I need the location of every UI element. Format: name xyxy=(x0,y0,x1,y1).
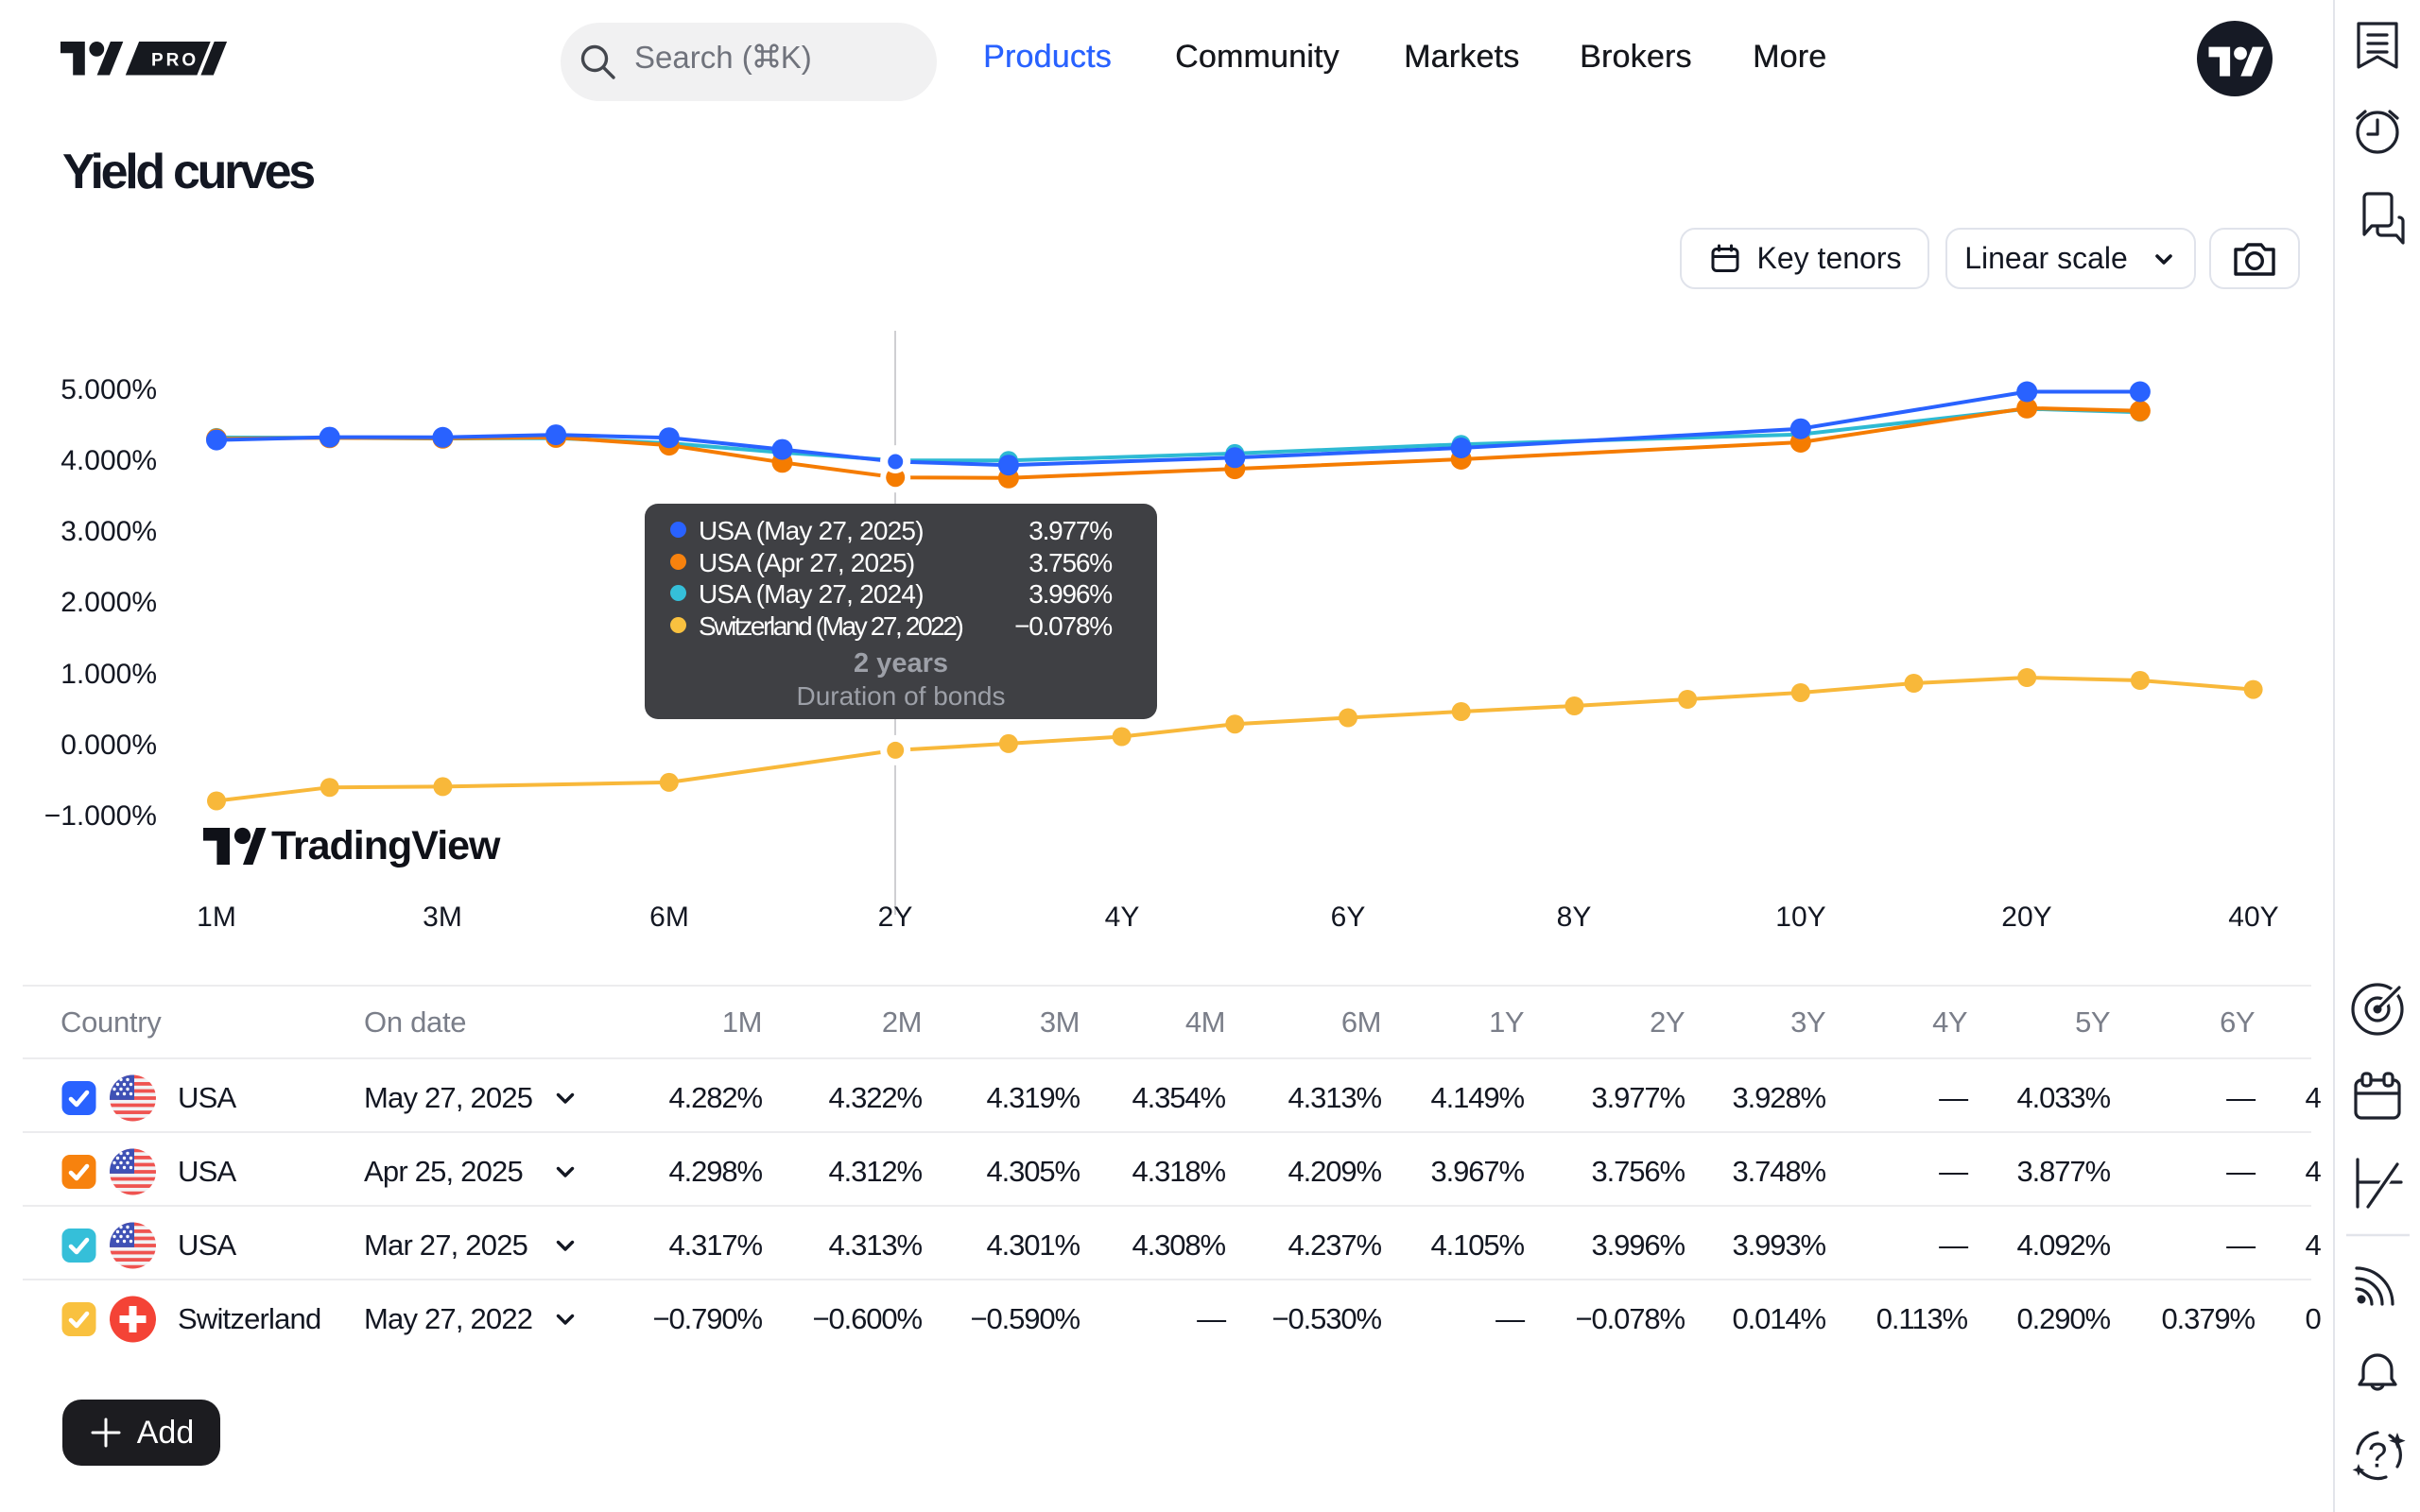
svg-text:4.000%: 4.000% xyxy=(60,445,157,476)
svg-text:TradingView: TradingView xyxy=(271,823,501,868)
svg-text:40Y: 40Y xyxy=(2228,902,2278,933)
svg-text:8Y: 8Y xyxy=(1557,902,1592,933)
svg-text:3.000%: 3.000% xyxy=(60,516,157,547)
svg-text:1M: 1M xyxy=(197,902,236,933)
svg-text:PRO: PRO xyxy=(151,51,199,71)
svg-text:2.000%: 2.000% xyxy=(60,587,157,618)
svg-text:6Y: 6Y xyxy=(1331,902,1366,933)
svg-text:0.000%: 0.000% xyxy=(60,730,157,761)
svg-text:4Y: 4Y xyxy=(1105,902,1140,933)
svg-text:20Y: 20Y xyxy=(2001,902,2051,933)
svg-text:1.000%: 1.000% xyxy=(60,659,157,690)
svg-text:−1.000%: −1.000% xyxy=(44,800,157,832)
svg-text:6M: 6M xyxy=(649,902,689,933)
svg-text:3M: 3M xyxy=(423,902,462,933)
svg-text:5.000%: 5.000% xyxy=(60,374,157,405)
svg-text:2Y: 2Y xyxy=(878,902,913,933)
svg-text:?: ? xyxy=(2368,1436,2388,1475)
svg-text:10Y: 10Y xyxy=(1775,902,1825,933)
